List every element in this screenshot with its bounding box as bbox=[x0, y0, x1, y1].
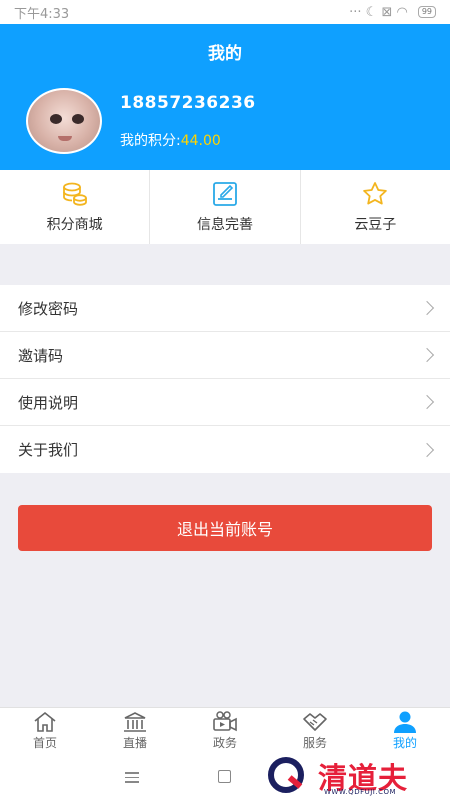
battery-icon: 99 bbox=[417, 6, 436, 18]
menu-icon[interactable] bbox=[125, 772, 139, 786]
status-icons: ··· ☾ ⊠ ◠ bbox=[349, 4, 408, 20]
logout-button[interactable]: 退出当前账号 bbox=[18, 505, 432, 551]
building-icon bbox=[124, 712, 146, 732]
star-icon bbox=[363, 182, 388, 205]
points-line: 我的积分:44.00 bbox=[120, 130, 221, 150]
status-bar: 下午4:33 ··· ☾ ⊠ ◠ 99 bbox=[0, 0, 450, 24]
chevron-right-icon bbox=[419, 300, 435, 316]
tab-service[interactable]: 服务 bbox=[270, 708, 360, 753]
quick-actions: 积分商城 信息完善 云豆子 bbox=[0, 170, 450, 244]
home-icon bbox=[34, 711, 56, 732]
bottom-tab-bar: 首页 直播 政务 服务 我的 bbox=[0, 707, 450, 753]
points-label: 我的积分: bbox=[120, 133, 181, 149]
menu-item-instructions[interactable]: 使用说明 bbox=[0, 379, 450, 426]
tab-label: 直播 bbox=[122, 736, 147, 750]
home-square-icon[interactable] bbox=[218, 770, 231, 783]
tab-me[interactable]: 我的 bbox=[360, 708, 450, 753]
quick-label: 积分商城 bbox=[46, 217, 103, 233]
cloud-beans-button[interactable]: 云豆子 bbox=[301, 170, 450, 244]
menu-item-label: 使用说明 bbox=[18, 393, 79, 412]
chevron-right-icon bbox=[419, 347, 435, 363]
quick-label: 信息完善 bbox=[196, 217, 253, 233]
settings-menu: 修改密码 邀请码 使用说明 关于我们 bbox=[0, 285, 450, 473]
avatar[interactable] bbox=[26, 88, 102, 154]
menu-item-label: 邀请码 bbox=[18, 346, 64, 365]
q-logo-icon bbox=[268, 757, 304, 793]
handshake-icon bbox=[303, 713, 327, 731]
user-phone: 18857236236 bbox=[120, 93, 256, 113]
chevron-right-icon bbox=[419, 394, 435, 410]
points-value: 44.00 bbox=[180, 133, 221, 149]
tab-home[interactable]: 首页 bbox=[0, 708, 90, 753]
watermark-logo: 清道夫 WWW.QDFUJI.COM bbox=[268, 755, 438, 797]
tab-label: 政务 bbox=[212, 736, 237, 750]
status-time: 下午4:33 bbox=[14, 6, 70, 22]
chevron-right-icon bbox=[419, 442, 435, 457]
menu-item-change-password[interactable]: 修改密码 bbox=[0, 285, 450, 332]
menu-item-invite-code[interactable]: 邀请码 bbox=[0, 332, 450, 379]
watermark-url: WWW.QDFUJI.COM bbox=[324, 788, 397, 796]
tab-government[interactable]: 政务 bbox=[180, 708, 270, 753]
tab-label: 我的 bbox=[392, 736, 417, 750]
video-camera-icon bbox=[213, 711, 237, 732]
menu-item-label: 关于我们 bbox=[18, 441, 79, 459]
tab-label: 服务 bbox=[302, 736, 327, 750]
points-mall-button[interactable]: 积分商城 bbox=[0, 170, 151, 244]
coins-icon bbox=[62, 182, 87, 206]
edit-icon bbox=[213, 182, 237, 206]
complete-info-button[interactable]: 信息完善 bbox=[150, 170, 301, 244]
menu-item-about-us[interactable]: 关于我们 bbox=[0, 426, 450, 473]
person-icon bbox=[394, 711, 416, 733]
quick-label: 云豆子 bbox=[354, 217, 397, 233]
page-title: 我的 bbox=[208, 44, 242, 64]
tab-live[interactable]: 直播 bbox=[90, 708, 180, 753]
profile-header: 我的 18857236236 我的积分:44.00 bbox=[0, 24, 450, 170]
menu-item-label: 修改密码 bbox=[18, 299, 79, 318]
tab-label: 首页 bbox=[32, 736, 57, 750]
